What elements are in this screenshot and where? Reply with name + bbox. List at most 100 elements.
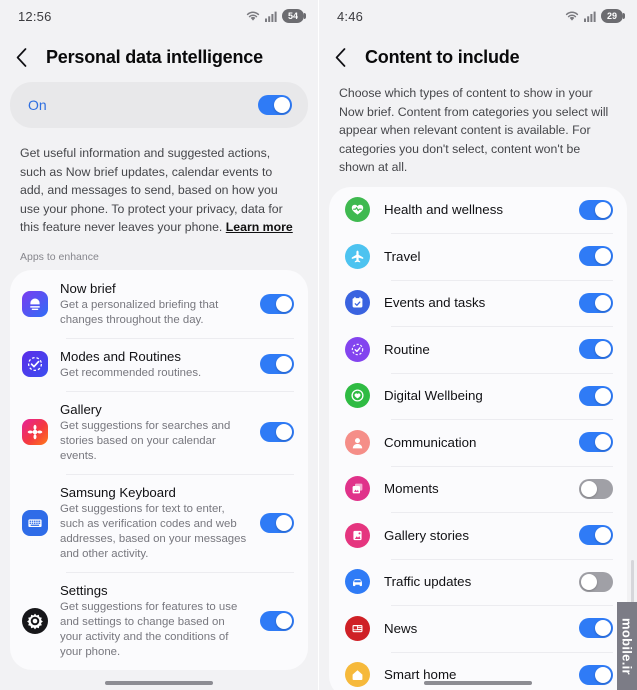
- list-item-toggle[interactable]: [260, 422, 294, 442]
- toggle-knob: [595, 387, 611, 404]
- wifi-icon: [246, 11, 260, 22]
- list-item[interactable]: Moments: [329, 465, 627, 513]
- status-icons: 54: [246, 9, 306, 23]
- airplane-icon: [345, 243, 370, 269]
- list-item-toggle[interactable]: [260, 354, 294, 374]
- status-clock: 4:46: [337, 8, 364, 24]
- list-item-toggle[interactable]: [579, 246, 613, 267]
- master-toggle-card[interactable]: On: [10, 82, 308, 128]
- list-item-toggle[interactable]: [579, 385, 613, 406]
- title-bar-right: Content to include: [319, 32, 637, 80]
- gallery-icon: [22, 419, 48, 445]
- list-item-toggle[interactable]: [260, 610, 294, 631]
- toggle-knob: [595, 527, 611, 544]
- list-item[interactable]: Settings Get suggestions for features to…: [10, 571, 308, 670]
- status-bar-left: 12:56 54: [0, 0, 318, 32]
- list-item-toggle[interactable]: [260, 512, 294, 533]
- settings-gear-icon: [22, 607, 48, 634]
- list-item-toggle[interactable]: [579, 339, 613, 360]
- news-icon: [345, 615, 370, 641]
- list-item-label: Communication: [384, 434, 477, 450]
- list-item-title: Gallery: [60, 401, 102, 417]
- status-icons: 29: [565, 9, 625, 23]
- signal-bars-icon: [584, 11, 596, 22]
- calendar-check-icon: [345, 290, 370, 316]
- list-item-toggle[interactable]: [579, 618, 613, 639]
- toggle-knob: [595, 434, 611, 451]
- signal-bars-icon: [265, 11, 277, 22]
- heart-health-icon: [345, 197, 370, 223]
- toggle-knob: [595, 294, 611, 311]
- moments-photos-icon: [345, 476, 370, 502]
- list-item[interactable]: Traffic updates: [329, 558, 627, 606]
- master-toggle-label: On: [28, 97, 47, 113]
- home-gesture-pill[interactable]: [105, 681, 213, 685]
- list-item-text: Now brief Get a personalized briefing th…: [60, 280, 248, 328]
- section-label-apps-to-enhance: Apps to enhance: [20, 250, 99, 263]
- now-brief-icon: [22, 290, 48, 317]
- list-item-toggle[interactable]: [579, 199, 613, 220]
- list-item-text: Samsung Keyboard Get suggestions for tex…: [60, 484, 248, 562]
- routine-check-icon: [345, 336, 370, 362]
- list-item[interactable]: Gallery stories: [329, 512, 627, 559]
- list-item-title: Now brief: [60, 280, 116, 296]
- list-item-label: Health and wellness: [384, 202, 504, 218]
- watermark-text: mobile.ir: [619, 617, 635, 675]
- back-button[interactable]: [16, 46, 34, 68]
- site-watermark: mobile.ir: [617, 602, 637, 690]
- toggle-knob: [276, 424, 292, 440]
- content-categories-card: Health and wellness Travel Events and ta…: [329, 186, 627, 690]
- keyboard-icon: [22, 509, 48, 536]
- wifi-icon: [565, 11, 579, 22]
- list-item[interactable]: Samsung Keyboard Get suggestions for tex…: [10, 473, 308, 572]
- dual-screenshot-container: 12:56 54 Personal data intelligence On G…: [0, 0, 637, 690]
- list-item[interactable]: Events and tasks: [329, 279, 627, 327]
- list-item-label: Gallery stories: [384, 527, 469, 543]
- status-bar-right: 4:46 29: [319, 0, 637, 32]
- toggle-knob: [595, 341, 611, 358]
- list-item[interactable]: News: [329, 605, 627, 652]
- list-item[interactable]: Health and wellness: [329, 187, 627, 234]
- screen-content-to-include: 4:46 29 Content to include Choose which …: [318, 0, 637, 690]
- list-item-toggle[interactable]: [579, 432, 613, 453]
- list-item[interactable]: Routine: [329, 326, 627, 373]
- list-item-toggle[interactable]: [579, 478, 613, 499]
- list-item-subtitle: Get recommended routines.: [60, 366, 202, 379]
- car-icon: [345, 569, 370, 595]
- wellbeing-shield-icon: [345, 383, 370, 409]
- list-item-title: Samsung Keyboard: [60, 484, 176, 500]
- list-item-label: Moments: [384, 481, 439, 497]
- toggle-knob: [276, 514, 292, 531]
- list-item[interactable]: Modes and Routines Get recommended routi…: [10, 337, 308, 391]
- list-item-toggle[interactable]: [260, 293, 294, 314]
- person-icon: [345, 429, 370, 455]
- toggle-knob: [276, 295, 292, 312]
- list-item-toggle[interactable]: [579, 525, 613, 546]
- apps-to-enhance-card: Now brief Get a personalized briefing th…: [10, 269, 308, 670]
- list-item[interactable]: Digital Wellbeing: [329, 372, 627, 420]
- list-item[interactable]: Now brief Get a personalized briefing th…: [10, 270, 308, 338]
- list-item-title: Modes and Routines: [60, 348, 181, 364]
- description-text: Choose which types of content to show in…: [339, 86, 609, 174]
- list-item-toggle[interactable]: [579, 571, 613, 592]
- list-item[interactable]: Gallery Get suggestions for searches and…: [10, 390, 308, 474]
- list-item[interactable]: Travel: [329, 233, 627, 280]
- list-item-label: News: [384, 620, 418, 636]
- master-toggle-switch[interactable]: [258, 95, 292, 115]
- back-button[interactable]: [335, 46, 353, 68]
- toggle-knob: [595, 248, 611, 265]
- list-item-text: Settings Get suggestions for features to…: [60, 582, 248, 660]
- list-item[interactable]: Communication: [329, 419, 627, 466]
- list-item-label: Smart home: [384, 667, 457, 683]
- list-item-label: Routine: [384, 341, 430, 357]
- list-item-toggle[interactable]: [579, 292, 613, 313]
- navigation-bar-left: [0, 681, 318, 685]
- battery-percent-badge: 29: [601, 9, 625, 23]
- list-item-subtitle: Get suggestions for features to use and …: [60, 600, 238, 658]
- screen-personal-data-intelligence: 12:56 54 Personal data intelligence On G…: [0, 0, 318, 690]
- list-item-label: Travel: [384, 248, 421, 264]
- home-gesture-pill[interactable]: [424, 681, 532, 685]
- learn-more-link[interactable]: Learn more: [226, 220, 293, 234]
- list-item-text: Gallery Get suggestions for searches and…: [60, 401, 248, 464]
- toggle-knob: [581, 480, 597, 497]
